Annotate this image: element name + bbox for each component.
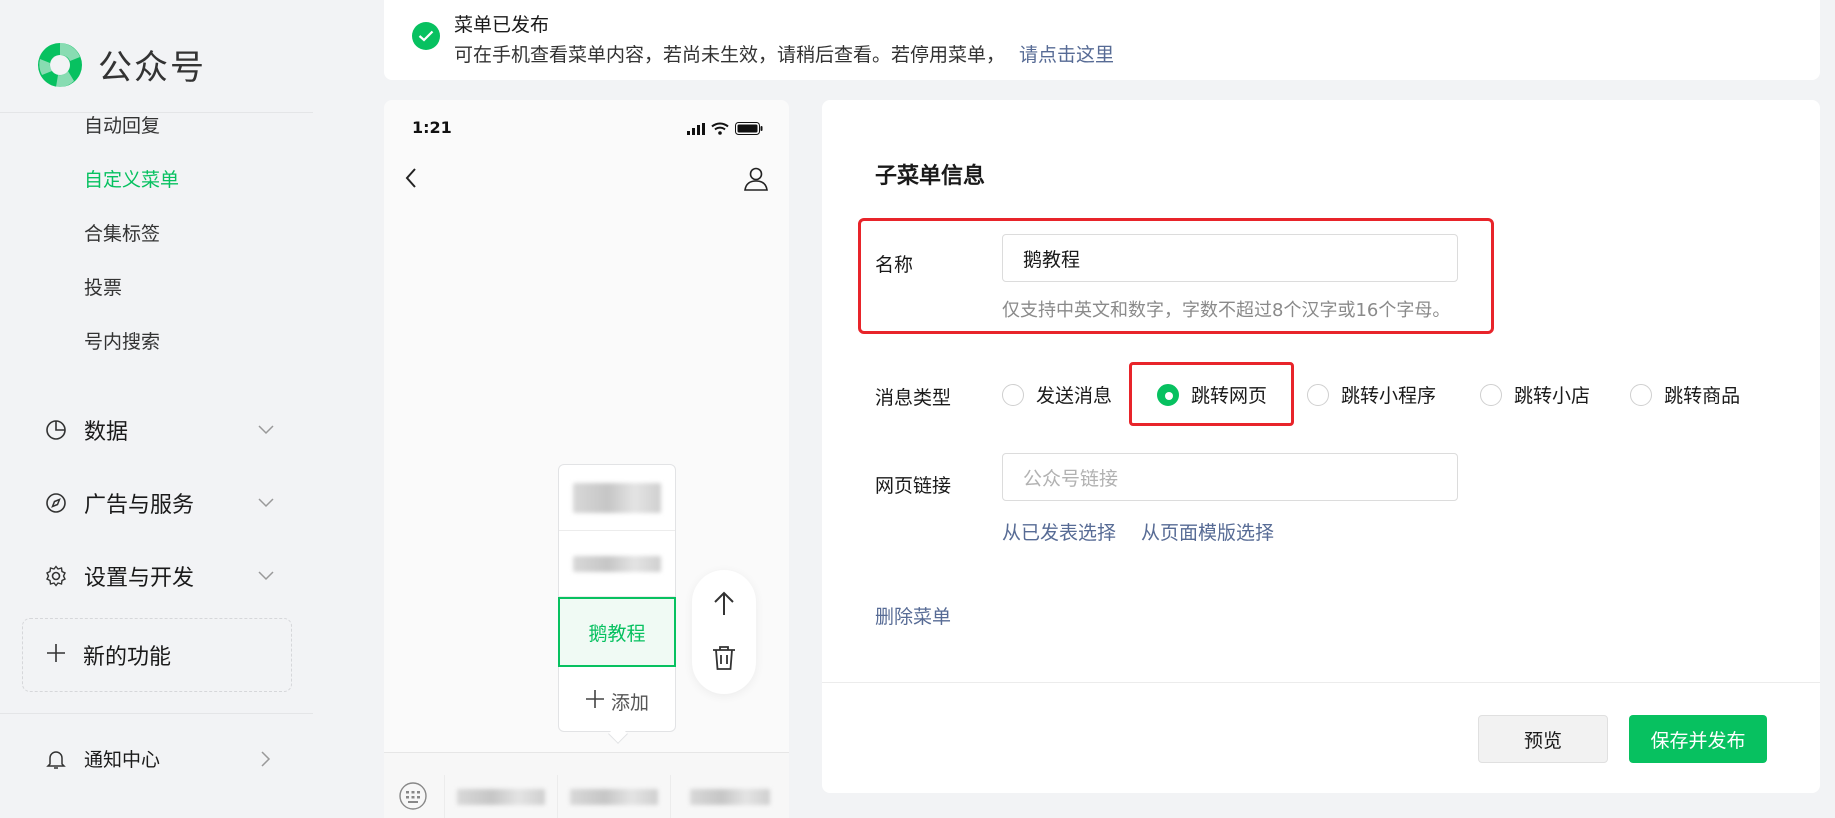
radio-jump-store[interactable]: 跳转小店 [1480,381,1590,408]
submenu-popup: 鹅教程 添加 [558,464,676,744]
bell-icon [44,747,68,771]
submenu-item-blurred[interactable] [559,465,675,531]
signal-icon [687,120,705,139]
phone-time: 1:21 [412,118,452,137]
back-arrow-icon[interactable] [400,164,424,192]
radio-circle [1480,383,1503,406]
panel-title: 子菜单信息 [875,164,986,189]
chevron-down-icon [258,495,274,511]
select-from-template-link[interactable]: 从页面模版选择 [1141,518,1274,545]
phone-menu-bar [384,752,789,818]
sidebar-divider [0,713,313,714]
sidebar-item-custom-menu[interactable]: 自定义菜单 [84,165,179,192]
radio-label: 发送消息 [1036,385,1113,407]
notice-desc: 可在手机查看菜单内容，若尚未生效，请稍后查看。若停用菜单， 请点击这里 [454,40,1114,67]
sidebar-notification-center[interactable]: 通知中心 [44,745,274,772]
radio-send-message[interactable]: 发送消息 [1002,381,1112,408]
plus-icon [585,689,605,714]
radio-label: 跳转小程序 [1341,385,1437,407]
wifi-icon [711,120,729,139]
submenu-add-label: 添加 [610,691,649,714]
page-scrollbar[interactable] [1821,0,1835,818]
name-input[interactable]: 鹅教程 [1002,234,1458,282]
select-from-published-link[interactable]: 从已发表选择 [1002,518,1116,545]
sidebar-group-label: 通知中心 [84,749,161,771]
submenu-add-button[interactable]: 添加 [559,671,675,731]
message-type-label: 消息类型 [875,387,952,409]
radio-circle [1307,383,1330,406]
radio-jump-product[interactable]: 跳转商品 [1630,381,1740,408]
new-feature-label: 新的功能 [83,645,172,670]
sidebar-item-auto-reply[interactable]: 自动回复 [84,111,160,138]
keyboard-icon[interactable] [398,781,428,811]
phone-status-bar [687,120,763,139]
radio-jump-webpage[interactable]: 跳转网页 [1157,381,1267,408]
url-label: 网页链接 [875,475,952,497]
sidebar-group-ads[interactable]: 广告与服务 [44,487,274,519]
sidebar-group-label: 数据 [84,420,129,445]
message-type-group: 发送消息 跳转网页 跳转小程序 跳转小店 跳转商品 [1002,381,1740,408]
submenu-info-panel: 子菜单信息 名称 鹅教程 仅支持中英文和数字，字数不超过8个汉字或16个字母。 … [822,100,1820,793]
success-check-icon [412,22,440,50]
radio-circle [1002,383,1024,406]
chevron-right-icon [258,750,274,767]
radio-label: 跳转商品 [1664,385,1741,407]
sidebar-item-collection-tags[interactable]: 合集标签 [84,219,160,246]
radio-jump-miniprogram[interactable]: 跳转小程序 [1307,381,1436,408]
chevron-down-icon [258,422,274,438]
battery-icon [735,120,763,139]
menu-tab-blurred[interactable] [444,775,557,818]
url-input[interactable]: 公众号链接 [1002,453,1458,501]
notice-title: 菜单已发布 [454,14,550,36]
menu-tab-blurred[interactable] [670,775,789,818]
user-icon[interactable] [743,166,769,192]
submenu-item-selected[interactable]: 鹅教程 [558,597,676,667]
sidebar-group-label: 广告与服务 [84,493,195,518]
new-feature-button[interactable]: 新的功能 [22,618,292,692]
sidebar-group-settings[interactable]: 设置与开发 [44,560,274,592]
sidebar-item-vote[interactable]: 投票 [84,273,122,300]
save-and-publish-button[interactable]: 保存并发布 [1629,715,1767,763]
sidebar-group-data[interactable]: 数据 [44,414,274,446]
sidebar-group-label: 设置与开发 [84,566,195,591]
preview-button[interactable]: 预览 [1478,715,1608,763]
compass-icon [44,491,68,515]
publish-notice: 菜单已发布 可在手机查看菜单内容，若尚未生效，请稍后查看。若停用菜单， 请点击这里 [384,0,1820,80]
name-hint: 仅支持中英文和数字，字数不超过8个汉字或16个字母。 [1002,300,1451,321]
radio-circle [1630,383,1653,406]
plus-icon [45,642,67,668]
blurred-text [690,789,770,805]
logo[interactable]: 公众号 [36,40,206,89]
radio-label: 跳转小店 [1514,385,1591,407]
pie-chart-icon [44,418,68,442]
blurred-text [570,789,658,805]
logo-text: 公众号 [98,48,206,88]
menu-tab-blurred[interactable] [557,775,670,818]
wechat-official-logo-icon [38,42,82,87]
notice-desc-text: 可在手机查看菜单内容，若尚未生效，请稍后查看。若停用菜单， [454,44,1006,66]
blurred-text [573,555,661,572]
radio-label: 跳转网页 [1191,385,1268,407]
sidebar: 公众号 自动回复 自定义菜单 合集标签 投票 号内搜索 数据 广告与服务 设置与… [0,0,313,818]
blurred-text [457,789,545,805]
chevron-down-icon [258,568,274,584]
phone-preview: 1:21 鹅教程 添加 [384,100,789,818]
submenu-item-blurred[interactable] [559,531,675,597]
radio-circle [1157,383,1180,406]
delete-menu-link[interactable]: 删除菜单 [875,602,951,629]
submenu-tools [692,570,756,694]
name-label: 名称 [875,254,914,276]
disable-menu-link[interactable]: 请点击这里 [1019,44,1114,66]
sidebar-item-search[interactable]: 号内搜索 [84,327,160,354]
gear-icon [44,564,68,588]
trash-icon[interactable] [710,644,738,672]
panel-divider [822,682,1820,683]
move-up-icon[interactable] [710,590,738,618]
blurred-text [573,482,661,513]
